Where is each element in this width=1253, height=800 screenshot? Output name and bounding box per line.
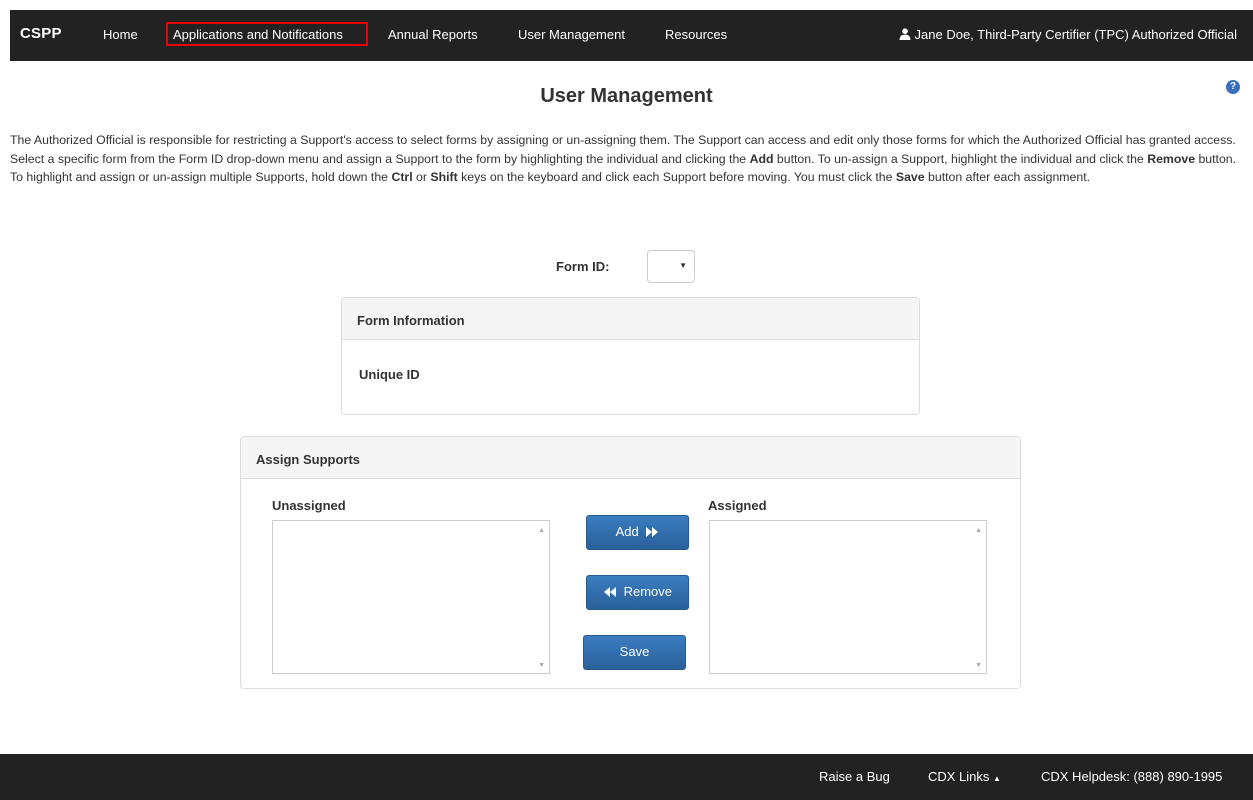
unique-id-label: Unique ID xyxy=(359,367,420,382)
caret-down-icon: ▼ xyxy=(679,261,687,270)
add-button-label: Add xyxy=(615,524,639,539)
cdx-links-menu[interactable]: CDX Links ▲ xyxy=(928,769,1001,784)
user-menu[interactable]: Jane Doe, Third-Party Certifier (TPC) Au… xyxy=(899,27,1237,42)
scroll-up-icon[interactable]: ▲ xyxy=(538,527,545,534)
form-id-select[interactable]: ▼ xyxy=(647,250,695,283)
form-information-heading: Form Information xyxy=(342,298,919,340)
remove-button[interactable]: Remove xyxy=(586,575,689,610)
add-button[interactable]: Add xyxy=(586,515,689,550)
nav-resources[interactable]: Resources xyxy=(665,27,727,42)
caret-up-icon: ▲ xyxy=(993,774,1001,783)
page-title: User Management xyxy=(540,85,713,107)
assign-supports-heading: Assign Supports xyxy=(241,437,1020,479)
scroll-down-icon[interactable]: ▼ xyxy=(538,662,545,669)
intro-text: The Authorized Official is responsible f… xyxy=(10,133,1237,184)
form-id-label: Form ID: xyxy=(556,259,610,274)
user-icon xyxy=(899,28,911,40)
nav-applications-notifications[interactable]: Applications and Notifications xyxy=(173,27,343,42)
unassigned-label: Unassigned xyxy=(272,498,346,513)
remove-button-label: Remove xyxy=(623,584,673,599)
nav-user-management[interactable]: User Management xyxy=(518,27,625,42)
cdx-helpdesk-text: CDX Helpdesk: (888) 890-1995 xyxy=(1041,769,1223,784)
user-name: Jane Doe, Third-Party Certifier (TPC) Au… xyxy=(914,27,1237,42)
footer-bar: Raise a Bug CDX Links ▲ CDX Helpdesk: (8… xyxy=(0,754,1253,800)
navbar-bar: CSPP Home Applications and Notifications… xyxy=(10,10,1253,61)
nav-annual-reports[interactable]: Annual Reports xyxy=(388,27,478,42)
cdx-links-label: CDX Links xyxy=(928,769,990,784)
double-left-arrow-icon xyxy=(603,587,616,597)
raise-bug-link[interactable]: Raise a Bug xyxy=(819,769,890,784)
assigned-label: Assigned xyxy=(708,498,767,513)
double-right-arrow-icon xyxy=(646,527,659,537)
nav-home[interactable]: Home xyxy=(103,27,138,42)
top-navbar: CSPP Home Applications and Notifications… xyxy=(0,0,1253,61)
assigned-listbox[interactable]: ▲ ▼ xyxy=(709,520,987,674)
brand-logo[interactable]: CSPP xyxy=(20,25,62,42)
form-information-panel: Form Information Unique ID xyxy=(341,297,920,415)
scroll-up-icon[interactable]: ▲ xyxy=(975,527,982,534)
scroll-down-icon[interactable]: ▼ xyxy=(975,662,982,669)
assign-supports-panel: Assign Supports Unassigned Assigned ▲ ▼ … xyxy=(240,436,1021,689)
save-button[interactable]: Save xyxy=(583,635,686,670)
unassigned-listbox[interactable]: ▲ ▼ xyxy=(272,520,550,674)
